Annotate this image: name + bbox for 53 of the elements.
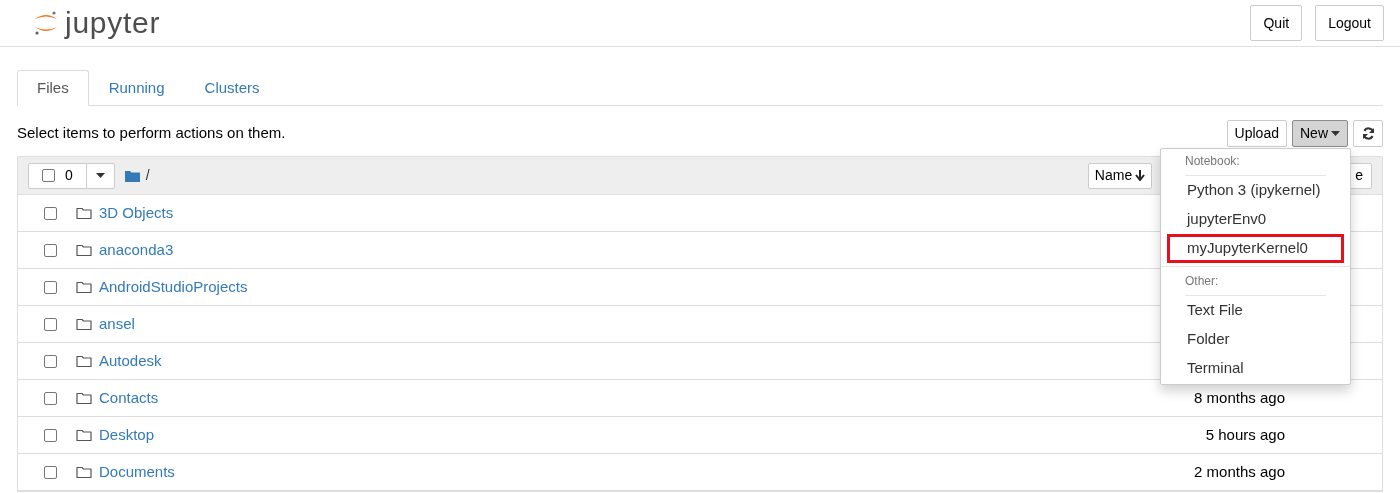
menu-item[interactable]: jupyterEnv0 — [1167, 205, 1344, 234]
checkbox[interactable] — [44, 206, 57, 220]
folder-icon — [76, 317, 92, 331]
arrow-down-icon — [1135, 170, 1146, 181]
selected-count: 0 — [65, 166, 73, 185]
folder-icon — [76, 354, 92, 368]
menu-section-header: Other: — [1185, 270, 1326, 296]
folder-link[interactable]: ansel — [99, 312, 135, 336]
tab[interactable]: Files — [17, 70, 89, 106]
folder-icon — [76, 280, 92, 294]
quit-button[interactable]: Quit — [1250, 5, 1303, 41]
folder-link[interactable]: anaconda3 — [99, 238, 174, 262]
menu-section-header: Notebook: — [1185, 150, 1326, 176]
refresh-button[interactable] — [1353, 119, 1383, 147]
caret-icon — [1331, 130, 1340, 136]
checkbox[interactable] — [44, 428, 57, 442]
menu-item[interactable]: myJupyterKernel0 — [1167, 234, 1344, 263]
folder-icon — [76, 391, 92, 405]
folder-icon — [76, 428, 92, 442]
folder-link[interactable]: Contacts — [99, 386, 159, 410]
menu-item[interactable]: Folder — [1167, 325, 1344, 354]
logout-button[interactable]: Logout — [1315, 5, 1384, 41]
checkbox[interactable] — [44, 391, 57, 405]
modified-time: 8 months ago — [1194, 387, 1285, 408]
menu-item[interactable]: Text File — [1167, 296, 1344, 325]
upload-button[interactable]: Upload — [1226, 119, 1287, 147]
modified-time: 2 months ago — [1194, 461, 1285, 482]
folder-icon — [76, 465, 92, 479]
logo-text: jupyter — [65, 8, 161, 38]
folder-link[interactable]: 3D Objects — [99, 201, 174, 225]
checkbox[interactable] — [44, 465, 57, 479]
caret-icon — [95, 173, 105, 178]
folder-link[interactable]: Autodesk — [99, 349, 162, 373]
checkbox[interactable] — [44, 354, 57, 368]
checkbox[interactable] — [44, 280, 57, 294]
checkbox[interactable] — [44, 317, 57, 331]
tab[interactable]: Clusters — [184, 70, 280, 106]
tab[interactable]: Running — [88, 70, 185, 106]
path-link[interactable]: / — [145, 165, 150, 186]
checkbox[interactable] — [44, 243, 57, 257]
new-button[interactable]: New — [1292, 119, 1348, 147]
refresh-icon — [1361, 126, 1375, 140]
folder-icon — [76, 243, 92, 257]
menu-item[interactable]: Terminal — [1167, 354, 1344, 383]
folder-link[interactable]: Documents — [99, 460, 175, 484]
folder-link[interactable]: AndroidStudioProjects — [99, 275, 248, 299]
folder-icon — [76, 206, 92, 220]
instruction-text: Select items to perform actions on them. — [17, 122, 286, 143]
modified-time: 5 hours ago — [1205, 424, 1285, 445]
sort-name-button[interactable]: Name — [1087, 162, 1153, 189]
checkbox[interactable] — [42, 169, 55, 182]
folder-icon[interactable] — [124, 169, 140, 182]
folder-link[interactable]: Desktop — [99, 423, 155, 447]
